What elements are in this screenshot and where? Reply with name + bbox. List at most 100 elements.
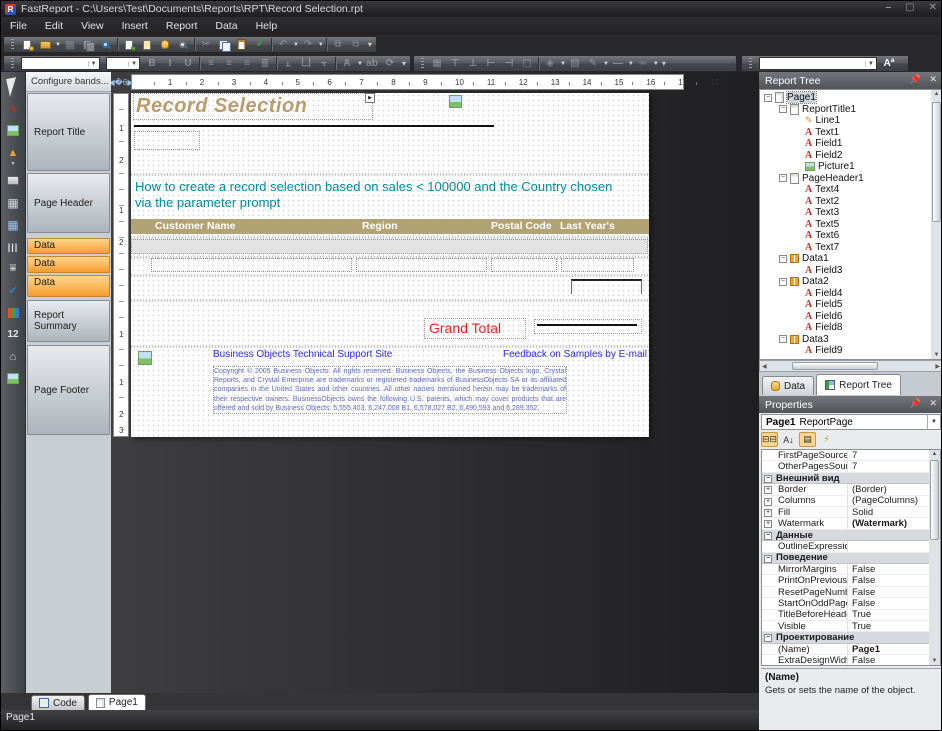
panel-tab-report-tree[interactable]: Report Tree	[816, 374, 901, 395]
toolbar-grip[interactable]	[749, 58, 752, 69]
line-style-button[interactable]: ―	[609, 56, 627, 71]
border-top-button[interactable]: ⊤	[446, 56, 464, 71]
column-header-row[interactable]: Customer NameRegionPostal CodeLast Year'…	[131, 219, 649, 234]
menu-edit[interactable]: Edit	[36, 18, 72, 34]
property-category-проектирование[interactable]: −Проектирование	[762, 632, 930, 643]
events-view-button[interactable]: ⚡	[818, 432, 835, 447]
menu-view[interactable]: View	[72, 18, 113, 34]
property-category-данные[interactable]: −Данные	[762, 530, 930, 541]
feedback-link-text[interactable]: Feedback on Samples by E-mail	[503, 349, 647, 360]
tree-node-data3[interactable]: −Data3	[760, 334, 829, 346]
text-rotation-button[interactable]: ⟳	[381, 56, 399, 71]
field6-object[interactable]	[491, 258, 557, 272]
align-left-button[interactable]: ≡	[202, 56, 220, 71]
new-report-button[interactable]	[18, 37, 36, 52]
tree-node-field6[interactable]: AField6	[760, 311, 842, 323]
properties-scrollbar[interactable]: ▲▼	[929, 450, 940, 665]
tree-node-picture1[interactable]: Picture1	[760, 161, 855, 173]
property-row-outlineexpressior[interactable]: OutlineExpressior	[762, 541, 930, 552]
toolbar-overflow-icon[interactable]: ▾	[368, 40, 372, 49]
checkbox-object-button[interactable]: ✔	[4, 282, 23, 299]
expand-icon[interactable]: +	[764, 520, 772, 528]
page-setup-button[interactable]	[174, 37, 192, 52]
line1-object[interactable]	[134, 125, 494, 127]
menu-data[interactable]: Data	[206, 18, 246, 34]
tree-node-pageheader1[interactable]: −PageHeader1	[760, 173, 864, 185]
property-row-visible[interactable]: VisibleTrue	[762, 621, 930, 632]
tree-node-field4[interactable]: AField4	[760, 288, 842, 300]
doc-tab-code[interactable]: Code	[31, 695, 85, 710]
grand-total-text[interactable]: Grand Total	[429, 320, 501, 336]
ole-picture-object-button[interactable]	[4, 370, 23, 387]
new-report-page-button[interactable]	[120, 37, 138, 52]
tree-node-field3[interactable]: AField3	[760, 265, 842, 277]
menu-report[interactable]: Report	[157, 18, 207, 34]
tree-horizontal-scrollbar[interactable]: ◀ ▶	[759, 360, 942, 372]
open-report-button[interactable]	[36, 37, 54, 52]
scrollbar-thumb[interactable]	[932, 102, 941, 222]
tree-node-data2[interactable]: −Data2	[760, 276, 829, 288]
ungroup-button[interactable]: ⧉	[347, 37, 365, 52]
property-value[interactable]: (PageColumns)	[848, 496, 930, 506]
collapse-icon[interactable]: −	[764, 634, 772, 642]
style-editor-button[interactable]: Aª	[880, 56, 898, 71]
border-none-button[interactable]: ▢	[518, 56, 536, 71]
toolbar-grip[interactable]	[11, 58, 14, 69]
summary-line-object[interactable]	[534, 319, 642, 334]
tree-node-data1[interactable]: −Data1	[760, 253, 829, 265]
save-all-button[interactable]	[79, 37, 97, 52]
property-category-внешнийвид[interactable]: −Внешний вид	[762, 473, 930, 484]
property-row-columns[interactable]: +Columns(PageColumns)	[762, 496, 930, 507]
tree-node-text4[interactable]: AText4	[760, 184, 839, 196]
property-value[interactable]	[848, 541, 930, 551]
column-header-label[interactable]: Postal Code	[491, 220, 552, 232]
property-row-printonpreviousp[interactable]: PrintOnPreviousPFalse	[762, 575, 930, 586]
property-value[interactable]: False	[848, 598, 930, 608]
band-data[interactable]: Data	[27, 238, 110, 254]
picture-object-button[interactable]	[4, 122, 23, 139]
align-bottom-button[interactable]: ⫟	[315, 56, 333, 71]
paste-button[interactable]	[233, 37, 251, 52]
toolbar-grip[interactable]	[421, 58, 424, 69]
band-data[interactable]: Data	[27, 256, 110, 273]
tree-node-text5[interactable]: AText5	[760, 219, 839, 231]
tree-node-text2[interactable]: AText2	[760, 196, 839, 208]
collapse-icon[interactable]: −	[779, 335, 787, 343]
property-value[interactable]: Page1	[848, 644, 930, 654]
pin-icon[interactable]: 📌	[910, 398, 921, 409]
field4-object[interactable]	[151, 258, 352, 272]
column-header-label[interactable]: Customer Name	[155, 220, 236, 232]
tree-node-field9[interactable]: AField9	[760, 345, 842, 357]
tree-vertical-scrollbar[interactable]: ▲ ▼	[931, 90, 942, 359]
page-header-description[interactable]: How to create a record selection based o…	[135, 179, 621, 211]
property-row-watermark[interactable]: +Watermark(Watermark)	[762, 518, 930, 529]
properties-view-button[interactable]: ▤	[799, 432, 816, 447]
tree-node-page1[interactable]: −Page1	[760, 92, 816, 104]
categorized-view-button[interactable]: ⊟⊟	[761, 432, 778, 447]
border-left-button[interactable]: ⊢	[482, 56, 500, 71]
band-report-summary[interactable]: Report Summary	[27, 300, 110, 342]
border-bottom-button[interactable]: ⊥	[464, 56, 482, 71]
bold-button[interactable]: B	[143, 56, 161, 71]
object-anchor-button[interactable]: ▶	[365, 93, 375, 103]
property-row-fill[interactable]: +FillSolid	[762, 507, 930, 518]
collapse-icon[interactable]: −	[764, 94, 772, 102]
border-right-button[interactable]: ⊣	[500, 56, 518, 71]
tree-node-text3[interactable]: AText3	[760, 207, 839, 219]
property-row-resetpagenumbe[interactable]: ResetPageNumbeFalse	[762, 587, 930, 598]
shapes-object-button[interactable]: ▲	[4, 144, 23, 161]
fill-style-button[interactable]: ▨	[566, 56, 584, 71]
copy-button[interactable]	[215, 37, 233, 52]
collapse-icon[interactable]: −	[779, 278, 787, 286]
expand-icon[interactable]: +	[764, 498, 772, 506]
property-value[interactable]: False	[848, 575, 930, 585]
tree-node-line1[interactable]: ✎Line1	[760, 115, 840, 127]
property-value[interactable]: False	[848, 587, 930, 597]
band-data[interactable]: Data	[27, 275, 110, 297]
rich-text-object-button[interactable]: ⩸	[4, 260, 23, 277]
doc-tab-page1[interactable]: Page1	[88, 694, 146, 710]
fill-color-button[interactable]: ◈	[541, 56, 559, 71]
tree-node-text6[interactable]: AText6	[760, 230, 839, 242]
ruler-splitter-icon[interactable]: ◀�6▶	[113, 75, 129, 89]
field8-object[interactable]	[561, 258, 634, 272]
